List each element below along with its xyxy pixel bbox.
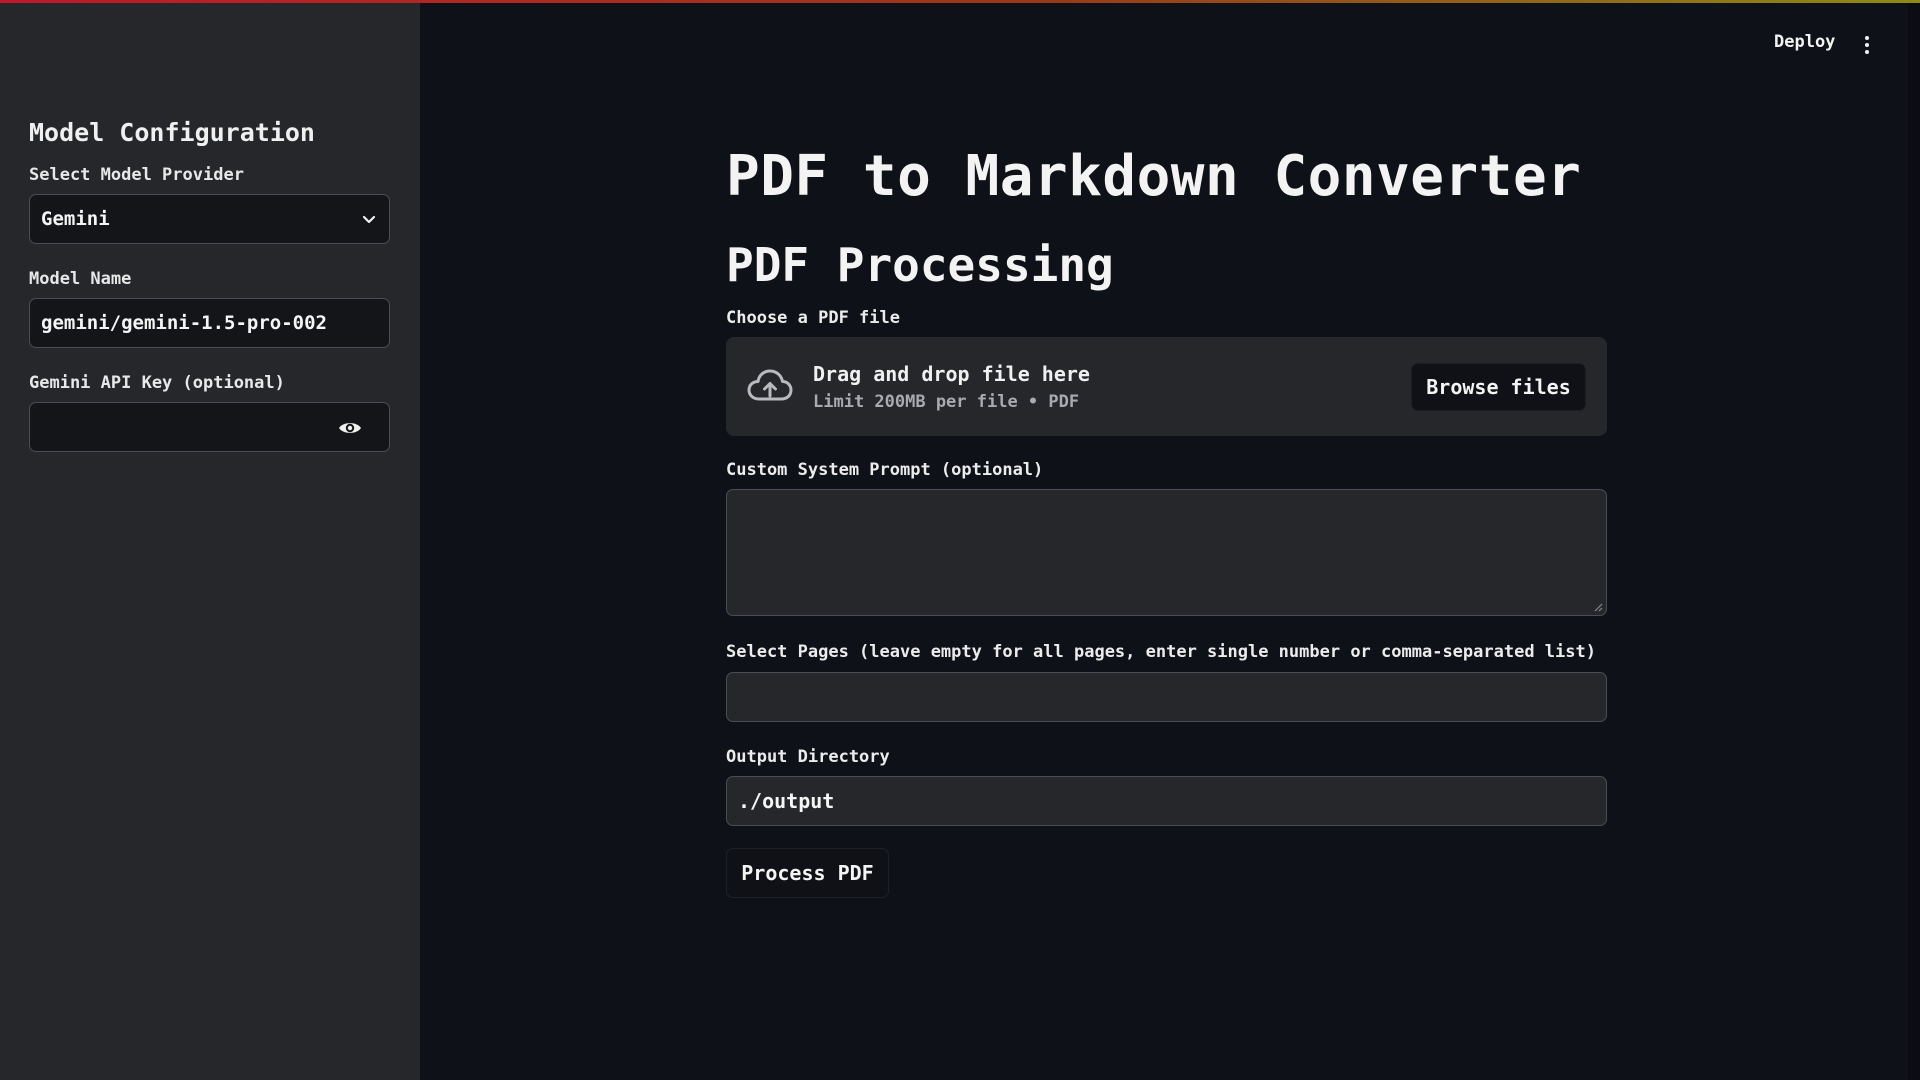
model-name-input[interactable]: gemini/gemini-1.5-pro-002	[29, 298, 390, 348]
sidebar-title: Model Configuration	[29, 118, 315, 147]
model-name-label: Model Name	[29, 269, 132, 289]
file-uploader-label: Choose a PDF file	[726, 308, 900, 328]
drop-instruction: Drag and drop file here	[813, 361, 1090, 386]
section-title: PDF Processing	[726, 238, 1114, 292]
output-directory-input[interactable]: ./output	[726, 776, 1607, 826]
deploy-button[interactable]: Deploy	[1774, 32, 1835, 52]
sidebar-content: Model Configuration Select Model Provide…	[29, 118, 390, 477]
process-pdf-button[interactable]: Process PDF	[726, 848, 889, 898]
model-name-value: gemini/gemini-1.5-pro-002	[41, 312, 327, 334]
scrollbar-track[interactable]	[1908, 0, 1920, 1080]
top-decoration-bar	[0, 0, 1920, 3]
system-prompt-label: Custom System Prompt (optional)	[726, 460, 1044, 480]
resize-grip-icon[interactable]	[1593, 602, 1603, 612]
system-prompt-textarea[interactable]	[726, 489, 1607, 616]
chevron-down-icon	[362, 215, 376, 224]
provider-label: Select Model Provider	[29, 165, 244, 185]
page-title: PDF to Markdown Converter	[726, 144, 1582, 209]
main-content: PDF to Markdown Converter PDF Processing…	[726, 135, 1607, 898]
sidebar: Model Configuration Select Model Provide…	[0, 0, 420, 1080]
select-pages-input[interactable]	[726, 672, 1607, 722]
output-directory-value: ./output	[738, 789, 835, 813]
cloud-upload-icon	[747, 369, 793, 400]
select-pages-label: Select Pages (leave empty for all pages,…	[726, 642, 1596, 662]
kebab-menu-icon[interactable]	[1861, 34, 1873, 56]
file-limit-text: Limit 200MB per file • PDF	[813, 391, 1080, 412]
file-dropzone[interactable]: Drag and drop file here Limit 200MB per …	[726, 337, 1607, 436]
eye-icon[interactable]	[337, 415, 363, 441]
api-key-input[interactable]	[29, 402, 390, 452]
provider-value: Gemini	[41, 208, 110, 230]
api-key-label: Gemini API Key (optional)	[29, 373, 285, 393]
model-provider-select[interactable]: Gemini	[29, 194, 390, 244]
dropzone-text: Drag and drop file here Limit 200MB per …	[813, 362, 1411, 412]
browse-files-button[interactable]: Browse files	[1411, 362, 1586, 411]
output-directory-label: Output Directory	[726, 747, 890, 767]
